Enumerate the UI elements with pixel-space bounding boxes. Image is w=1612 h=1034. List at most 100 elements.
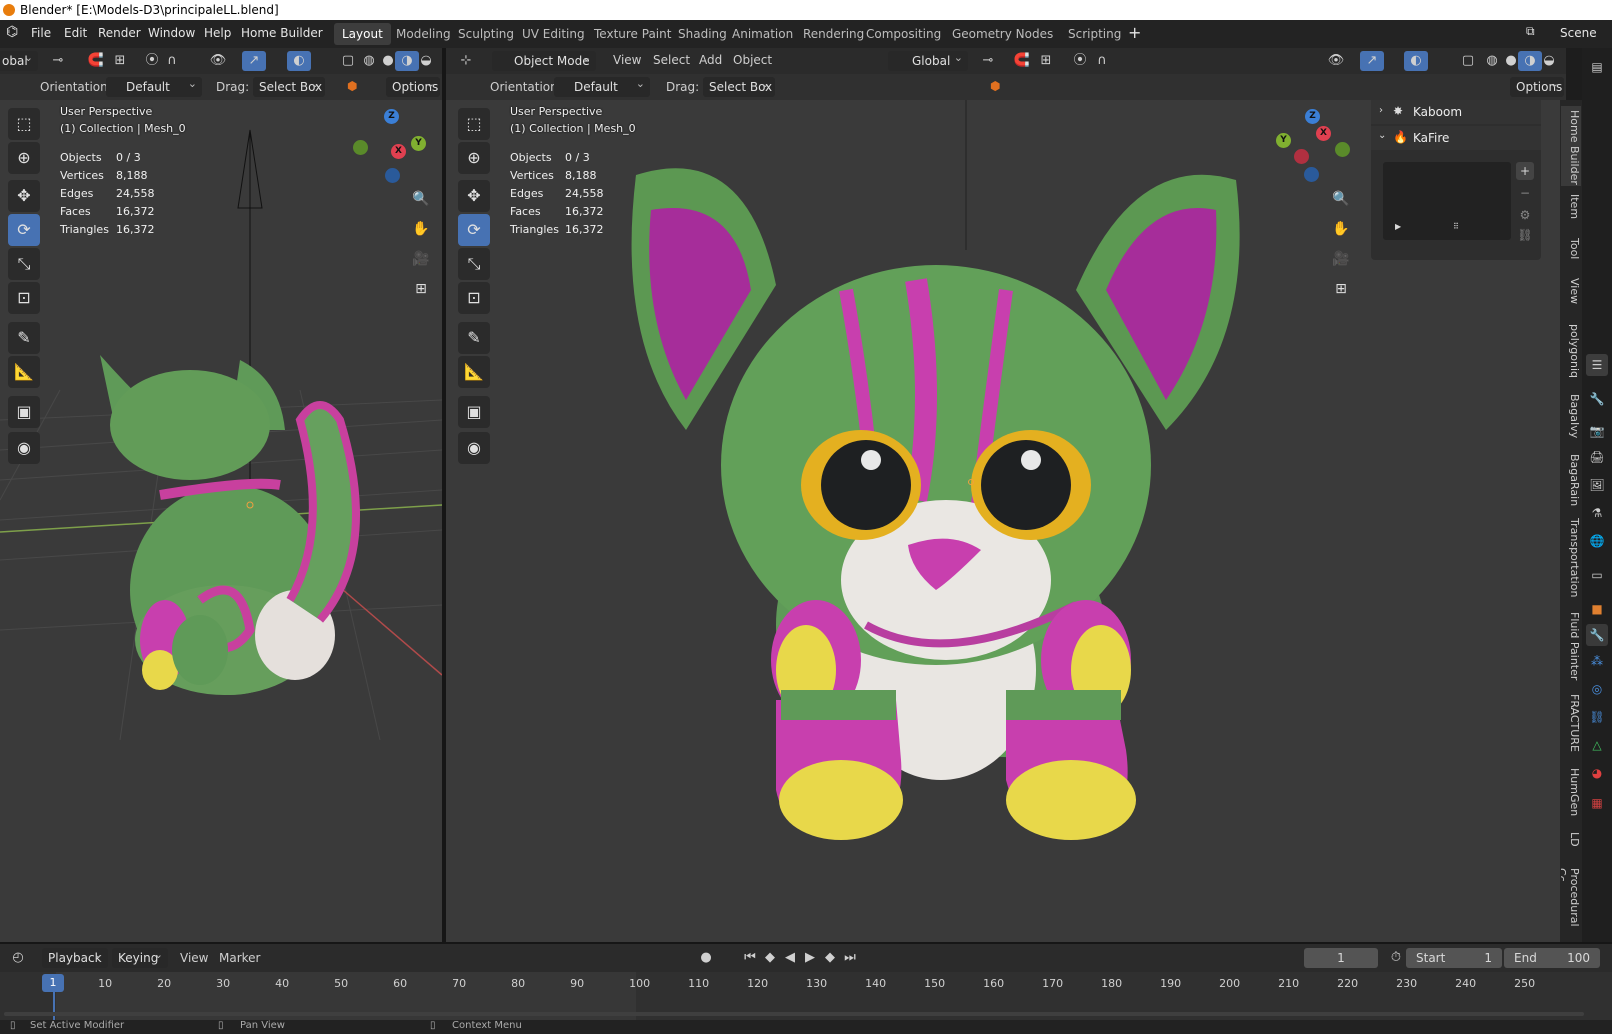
transform-orientation-dropdown[interactable]: obal [0, 48, 38, 71]
playhead[interactable]: 1 [42, 974, 64, 992]
global-orientation-dropdown[interactable]: Global [888, 48, 968, 71]
pan-hand-icon[interactable]: ✋ [408, 216, 434, 242]
modifier-icon[interactable]: 🔧 [1586, 624, 1608, 646]
gizmo-toggle-icon[interactable]: ↗ [242, 51, 266, 71]
timeline-view-menu[interactable]: View [180, 951, 208, 965]
pivot-icon[interactable]: ⊸ [976, 51, 1000, 71]
play-icon[interactable]: ▶ [1395, 222, 1401, 231]
snap-target-icon[interactable]: ⊞ [1034, 51, 1058, 71]
rotate-tool-icon[interactable]: ⟳ [8, 214, 40, 246]
camera-icon[interactable]: 🎥 [1328, 246, 1354, 272]
panel-kafire[interactable]: ⌄ 🔥 KaFire [1371, 126, 1541, 150]
tab-scripting[interactable]: Scripting [1060, 23, 1129, 45]
material-icon[interactable]: ◕ [1586, 762, 1608, 784]
select-box-tool-icon[interactable]: ⬚ [8, 108, 40, 140]
item-settings-button[interactable]: ⚙ [1516, 206, 1534, 224]
editor-type-icon[interactable]: ⊹ [454, 51, 478, 71]
sidebar-tab-home-builder[interactable]: Home Builder [1561, 106, 1581, 186]
pan-hand-icon[interactable]: ✋ [1328, 216, 1354, 242]
right-3d-viewport[interactable]: User Perspective (1) Collection | Mesh_0… [446, 100, 1566, 942]
menu-object[interactable]: Object [733, 53, 772, 67]
mode-dropdown[interactable]: Object Mode [492, 48, 596, 71]
timeline-track-area[interactable]: 1102030405060708090100110120130140150160… [0, 972, 1612, 1020]
scene-name[interactable]: Scene [1560, 26, 1597, 40]
transform-tool-icon[interactable]: ⊡ [8, 282, 40, 314]
addon-cube-icon[interactable]: ⬢ [347, 79, 357, 93]
tab-modeling[interactable]: Modeling [388, 23, 459, 45]
output-icon[interactable]: 🖨 [1586, 446, 1608, 468]
add-item-button[interactable]: + [1516, 162, 1534, 180]
snap-icon[interactable]: 🧲 [1010, 51, 1034, 71]
start-frame-field[interactable]: Start 1 [1406, 948, 1502, 968]
orientation-dropdown[interactable]: Default [106, 74, 202, 97]
move-tool-icon[interactable]: ✥ [458, 180, 490, 212]
editor-type-icon[interactable]: ▤ [1586, 56, 1608, 78]
link-button[interactable]: ⛓ [1516, 226, 1534, 244]
particles-icon[interactable]: ⁂ [1586, 650, 1608, 672]
falloff-icon[interactable]: ∩ [160, 51, 184, 71]
tool-settings-icon[interactable]: 🔧 [1586, 388, 1608, 410]
annotate-tool-icon[interactable]: ✎ [8, 322, 40, 354]
jump-end-icon[interactable]: ⏭ [838, 948, 862, 968]
sidebar-tab-view[interactable]: View [1561, 274, 1581, 314]
playback-dropdown[interactable]: Playback [42, 945, 108, 968]
grid-perspective-icon[interactable]: ⊞ [1328, 276, 1354, 302]
options-dropdown[interactable]: Options [386, 74, 440, 97]
overlay-toggle-icon[interactable]: ◐ [1404, 51, 1428, 71]
falloff-icon[interactable]: ∩ [1090, 51, 1114, 71]
measure-tool-icon[interactable]: 📐 [8, 356, 40, 388]
sidebar-tab-bagarain[interactable]: BagaRain [1561, 450, 1581, 510]
tab-sculpting[interactable]: Sculpting [450, 23, 522, 45]
object-props-icon[interactable]: ■ [1586, 598, 1608, 620]
scale-tool-icon[interactable]: ⤡ [458, 248, 490, 280]
world-icon[interactable]: 🌐 [1586, 530, 1608, 552]
tab-texture-paint[interactable]: Texture Paint [586, 23, 679, 45]
texture-icon[interactable]: ▦ [1586, 792, 1608, 814]
move-tool-icon[interactable]: ✥ [8, 180, 40, 212]
menu-help[interactable]: Help [204, 26, 231, 40]
tab-uv-editing[interactable]: UV Editing [514, 23, 593, 45]
sidebar-tab-tool[interactable]: Tool [1561, 234, 1581, 270]
menu-home-builder[interactable]: Home Builder [241, 26, 323, 40]
kafire-list[interactable]: ▶ ⠿ [1383, 162, 1511, 240]
left-3d-viewport[interactable]: User Perspective (1) Collection | Mesh_0… [0, 100, 442, 942]
drag-dropdown[interactable]: Select Box [253, 74, 325, 97]
visibility-icon[interactable]: 👁 [206, 51, 230, 71]
snap-target-icon[interactable]: ⊞ [108, 51, 132, 71]
tab-layout[interactable]: Layout [334, 23, 391, 45]
visibility-icon[interactable]: 👁 [1324, 51, 1348, 71]
resize-grip-icon[interactable]: ⠿ [1453, 222, 1459, 231]
cursor-tool-icon[interactable]: ⊕ [458, 142, 490, 174]
overlay-toggle-icon[interactable]: ◐ [287, 51, 311, 71]
rendered-shading-icon[interactable]: ◒ [1537, 51, 1561, 71]
menu-add[interactable]: Add [699, 53, 722, 67]
zoom-icon[interactable]: 🔍 [1328, 186, 1354, 212]
transform-tool-icon[interactable]: ⊡ [458, 282, 490, 314]
scene-props-icon[interactable]: ⚗ [1586, 502, 1608, 524]
render-icon[interactable]: 📷 [1586, 420, 1608, 442]
sidebar-tab-transportation[interactable]: Transportation [1561, 514, 1581, 604]
snap-icon[interactable]: 🧲 [84, 51, 108, 71]
tab-geometry-nodes[interactable]: Geometry Nodes [944, 23, 1061, 45]
data-icon[interactable]: △ [1586, 734, 1608, 756]
xray-icon[interactable]: ▢ [1456, 51, 1480, 71]
sidebar-tab-humgen[interactable]: HumGen [1561, 764, 1581, 824]
add-workspace-icon[interactable]: + [1128, 23, 1141, 42]
grid-perspective-icon[interactable]: ⊞ [408, 276, 434, 302]
collection-icon[interactable]: ▭ [1586, 564, 1608, 586]
orientation-dropdown[interactable]: Default [554, 74, 650, 97]
annotate-tool-icon[interactable]: ✎ [458, 322, 490, 354]
options-dropdown[interactable]: Options [1510, 74, 1564, 97]
sidebar-tab-bagaivy[interactable]: BagaIvy [1561, 390, 1581, 446]
proportional-edit-icon[interactable]: ⦿ [1068, 51, 1092, 71]
editor-type-icon[interactable]: ◴ [6, 948, 30, 968]
scale-tool-icon[interactable]: ⤡ [8, 248, 40, 280]
rendered-shading-icon[interactable]: ◒ [414, 51, 438, 71]
tab-compositing[interactable]: Compositing [858, 23, 949, 45]
tool-tab-icon[interactable]: ☰ [1586, 354, 1608, 376]
timeline-scrollbar[interactable] [4, 1012, 1584, 1016]
select-box-tool-icon[interactable]: ⬚ [458, 108, 490, 140]
measure-tool-icon[interactable]: 📐 [458, 356, 490, 388]
sidebar-tab-item[interactable]: Item [1561, 190, 1581, 230]
add-cube-tool-icon[interactable]: ▣ [458, 396, 490, 428]
